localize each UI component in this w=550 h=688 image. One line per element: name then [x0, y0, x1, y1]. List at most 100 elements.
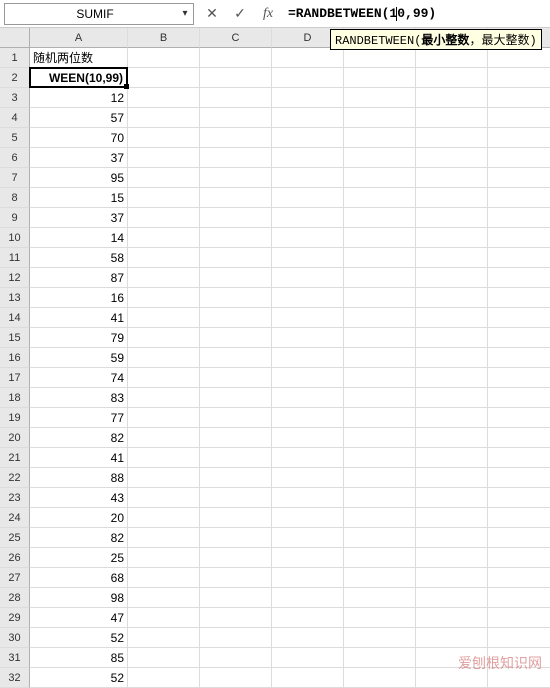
cell[interactable] — [200, 308, 272, 328]
cell[interactable] — [128, 368, 200, 388]
cell[interactable] — [200, 228, 272, 248]
cell[interactable] — [488, 208, 550, 228]
cell[interactable] — [488, 488, 550, 508]
cell[interactable] — [200, 508, 272, 528]
row-header[interactable]: 9 — [0, 208, 30, 228]
cell[interactable] — [272, 448, 344, 468]
cell[interactable] — [200, 488, 272, 508]
cell[interactable]: 82 — [30, 528, 128, 548]
cell[interactable] — [200, 108, 272, 128]
cell[interactable] — [200, 168, 272, 188]
cell[interactable] — [128, 508, 200, 528]
cell[interactable]: 77 — [30, 408, 128, 428]
cell[interactable] — [272, 648, 344, 668]
cell[interactable] — [416, 208, 488, 228]
confirm-icon[interactable]: ✓ — [228, 3, 252, 25]
cell[interactable] — [416, 608, 488, 628]
cell[interactable]: 14 — [30, 228, 128, 248]
cell[interactable] — [416, 508, 488, 528]
row-header[interactable]: 4 — [0, 108, 30, 128]
cell[interactable]: 25 — [30, 548, 128, 568]
cancel-icon[interactable]: ✕ — [200, 3, 224, 25]
cell[interactable] — [128, 328, 200, 348]
cell[interactable] — [488, 228, 550, 248]
cell[interactable] — [488, 628, 550, 648]
cell[interactable] — [344, 68, 416, 88]
cell[interactable] — [272, 628, 344, 648]
cell[interactable] — [488, 648, 550, 668]
cell[interactable] — [488, 128, 550, 148]
cell[interactable]: 47 — [30, 608, 128, 628]
cell[interactable] — [416, 48, 488, 68]
cell[interactable]: 随机两位数 — [30, 48, 128, 68]
cell[interactable] — [128, 588, 200, 608]
cell[interactable] — [344, 448, 416, 468]
cell[interactable] — [128, 648, 200, 668]
cell[interactable] — [344, 668, 416, 688]
cell[interactable] — [416, 248, 488, 268]
cell[interactable] — [344, 148, 416, 168]
cell[interactable] — [200, 668, 272, 688]
cell[interactable] — [344, 88, 416, 108]
cell[interactable] — [488, 268, 550, 288]
cell[interactable]: 59 — [30, 348, 128, 368]
cell[interactable] — [416, 528, 488, 548]
cell[interactable] — [344, 188, 416, 208]
cell[interactable] — [272, 528, 344, 548]
cell[interactable] — [200, 568, 272, 588]
cell[interactable] — [488, 48, 550, 68]
cell[interactable]: 83 — [30, 388, 128, 408]
cell[interactable] — [272, 88, 344, 108]
cell[interactable] — [128, 628, 200, 648]
cell[interactable] — [416, 668, 488, 688]
cell[interactable] — [344, 488, 416, 508]
cell[interactable] — [200, 388, 272, 408]
cell[interactable] — [200, 548, 272, 568]
cell[interactable] — [128, 228, 200, 248]
cell[interactable] — [488, 528, 550, 548]
row-header[interactable]: 16 — [0, 348, 30, 368]
cell[interactable] — [416, 148, 488, 168]
cell[interactable] — [128, 468, 200, 488]
row-header[interactable]: 10 — [0, 228, 30, 248]
col-header-C[interactable]: C — [200, 28, 272, 48]
cell[interactable] — [488, 68, 550, 88]
cell[interactable] — [272, 208, 344, 228]
cell[interactable] — [488, 428, 550, 448]
cell[interactable] — [128, 148, 200, 168]
cell[interactable]: 98 — [30, 588, 128, 608]
cell[interactable] — [344, 368, 416, 388]
cell[interactable] — [344, 588, 416, 608]
cell[interactable] — [272, 568, 344, 588]
cell[interactable] — [488, 188, 550, 208]
cell[interactable] — [416, 428, 488, 448]
row-header[interactable]: 7 — [0, 168, 30, 188]
cell[interactable] — [200, 408, 272, 428]
cell[interactable] — [344, 528, 416, 548]
cell[interactable] — [344, 608, 416, 628]
cell[interactable] — [272, 508, 344, 528]
cell[interactable] — [488, 668, 550, 688]
cell[interactable] — [344, 108, 416, 128]
cell[interactable]: 57 — [30, 108, 128, 128]
cell[interactable]: 41 — [30, 308, 128, 328]
cell[interactable] — [200, 528, 272, 548]
row-header[interactable]: 22 — [0, 468, 30, 488]
cell[interactable] — [416, 108, 488, 128]
cell[interactable] — [128, 68, 200, 88]
cell[interactable] — [128, 608, 200, 628]
cell[interactable]: 70 — [30, 128, 128, 148]
cell[interactable] — [272, 668, 344, 688]
cell[interactable] — [200, 208, 272, 228]
cell[interactable] — [416, 328, 488, 348]
cell[interactable] — [416, 268, 488, 288]
cell[interactable] — [200, 628, 272, 648]
cell[interactable] — [272, 368, 344, 388]
row-header[interactable]: 25 — [0, 528, 30, 548]
cell[interactable] — [200, 648, 272, 668]
cell[interactable] — [488, 248, 550, 268]
cell[interactable] — [344, 348, 416, 368]
cell[interactable] — [488, 568, 550, 588]
cell[interactable] — [128, 48, 200, 68]
cell[interactable] — [344, 388, 416, 408]
